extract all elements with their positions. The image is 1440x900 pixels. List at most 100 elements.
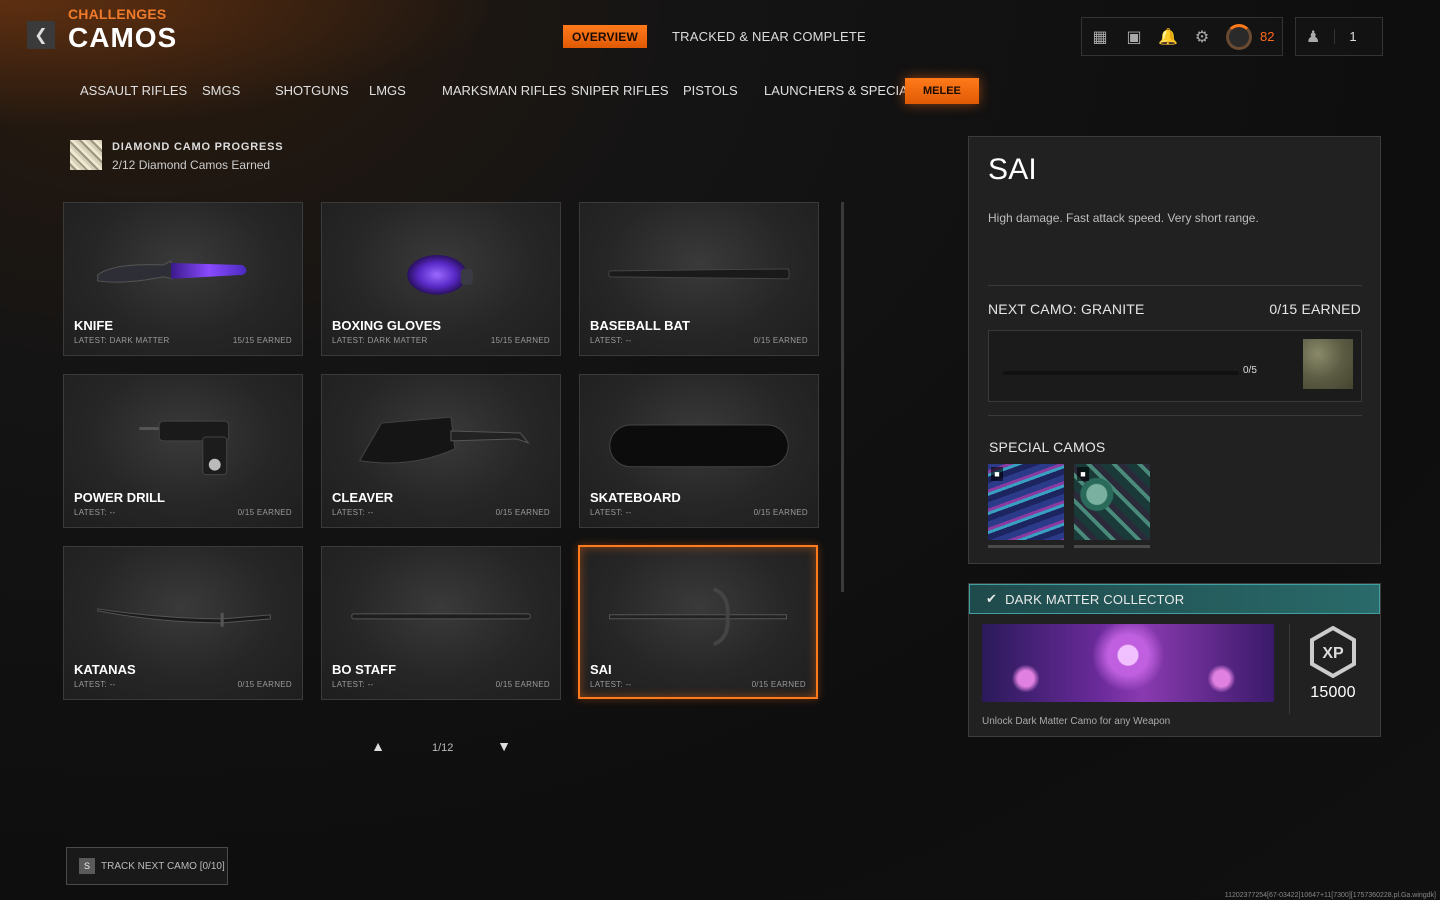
sai-icon <box>609 587 787 647</box>
weapon-card-baseball-bat[interactable]: BASEBALL BAT LATEST: -- 0/15 EARNED <box>579 202 819 356</box>
page-indicator: 1/12 <box>432 742 454 754</box>
weapon-name: BOXING GLOVES <box>332 318 442 333</box>
hud-bar: ▦ ▣ 🔔 ⚙ 82 <box>1081 17 1283 56</box>
bo-staff-icon <box>351 613 531 620</box>
weapon-name: BASEBALL BAT <box>590 318 690 333</box>
track-next-camo-label: TRACK NEXT CAMO [0/10] <box>101 860 225 872</box>
weapon-earned: 0/15 EARNED <box>495 680 550 689</box>
details-title: SAI <box>988 153 1037 186</box>
tab-shotguns[interactable]: SHOTGUNS <box>275 78 349 104</box>
player-level: 82 <box>1260 29 1275 44</box>
weapon-earned: 0/15 EARNED <box>751 680 806 689</box>
xp-amount: 15000 <box>1310 684 1356 701</box>
weapon-latest: LATEST: -- <box>74 680 116 689</box>
special-camo-progress <box>988 545 1064 548</box>
diamond-progress-count: 2/12 Diamond Camos Earned <box>112 158 271 172</box>
divider <box>988 285 1362 286</box>
weapon-latest: LATEST: -- <box>590 680 632 689</box>
boxing-gloves-icon <box>407 255 473 295</box>
reward-panel: ✔ DARK MATTER COLLECTOR XP 15000 Unlock … <box>968 583 1381 737</box>
reward-header: ✔ DARK MATTER COLLECTOR <box>969 584 1380 614</box>
build-id: 11202377254[67-03422]10647+11[7300][1757… <box>1224 892 1436 899</box>
weapon-earned: 15/15 EARNED <box>490 336 550 345</box>
bell-icon[interactable]: 🔔 <box>1158 27 1178 47</box>
special-camo-1[interactable]: ■ <box>988 464 1064 548</box>
weapon-name: SKATEBOARD <box>590 490 681 505</box>
checkmark-icon: ✔ <box>986 591 998 606</box>
next-camo-progress[interactable]: 0/5 <box>988 330 1362 402</box>
id-card-icon[interactable]: ▣ <box>1124 27 1144 47</box>
special-camo-progress <box>1074 545 1150 548</box>
diamond-camo-swatch <box>70 140 102 170</box>
weapon-earned: 15/15 EARNED <box>232 336 292 345</box>
weapon-card-boxing-gloves[interactable]: BOXING GLOVES LATEST: DARK MATTER 15/15 … <box>321 202 561 356</box>
tab-marksman-rifles[interactable]: MARKSMAN RIFLES <box>442 78 566 104</box>
divider <box>988 415 1362 416</box>
next-camo-label: NEXT CAMO: GRANITE <box>988 301 1145 317</box>
grid-menu-icon[interactable]: ▦ <box>1090 27 1110 47</box>
level-ring-icon[interactable] <box>1226 23 1252 50</box>
back-button[interactable]: ❮ <box>27 21 55 49</box>
weapon-latest: LATEST: -- <box>590 508 632 517</box>
progress-text: 0/5 <box>1243 365 1257 376</box>
baseball-bat-icon <box>608 268 790 280</box>
weapon-details-panel: SAI High damage. Fast attack speed. Very… <box>968 136 1381 564</box>
diamond-progress-title: DIAMOND CAMO PROGRESS <box>112 141 284 153</box>
weapon-latest: LATEST: -- <box>332 680 374 689</box>
cleaver-icon <box>358 416 530 464</box>
weapon-name: POWER DRILL <box>74 490 165 505</box>
katana-icon <box>97 608 271 627</box>
tab-smgs[interactable]: SMGS <box>202 78 240 104</box>
weapon-earned: 0/15 EARNED <box>237 680 292 689</box>
svg-text:XP: XP <box>1322 645 1344 662</box>
page-up-button[interactable]: ▲ <box>369 738 387 756</box>
next-camo-earned: 0/15 EARNED <box>1269 301 1361 317</box>
chevron-up-icon: ▲ <box>371 738 385 754</box>
tab-melee[interactable]: MELEE <box>905 78 979 104</box>
tab-overview[interactable]: OVERVIEW <box>563 25 647 48</box>
skateboard-icon <box>609 424 789 468</box>
weapon-earned: 0/15 EARNED <box>753 336 808 345</box>
weapon-card-katanas[interactable]: KATANAS LATEST: -- 0/15 EARNED <box>63 546 303 700</box>
tab-lmgs[interactable]: LMGS <box>369 78 406 104</box>
chevron-left-icon: ❮ <box>34 27 48 44</box>
tab-pistols[interactable]: PISTOLS <box>683 78 738 104</box>
tab-assault-rifles[interactable]: ASSAULT RIFLES <box>80 78 187 104</box>
weapon-name: CLEAVER <box>332 490 394 505</box>
key-hint: S <box>79 858 95 874</box>
weapon-name: SAI <box>590 662 612 677</box>
weapon-card-cleaver[interactable]: CLEAVER LATEST: -- 0/15 EARNED <box>321 374 561 528</box>
track-next-camo-button[interactable]: S TRACK NEXT CAMO [0/10] <box>66 847 228 885</box>
gear-icon[interactable]: ⚙ <box>1192 27 1212 47</box>
weapon-name: KATANAS <box>74 662 136 677</box>
weapon-earned: 0/15 EARNED <box>237 508 292 517</box>
xp-badge-icon: XP <box>1309 626 1357 678</box>
grid-scrollbar[interactable] <box>841 202 844 592</box>
party-icon: ♟ <box>1306 28 1321 46</box>
page-down-button[interactable]: ▼ <box>495 738 513 756</box>
lock-icon: ■ <box>1077 467 1089 481</box>
power-drill-icon <box>139 420 230 476</box>
weapon-earned: 0/15 EARNED <box>753 508 808 517</box>
weapon-card-skateboard[interactable]: SKATEBOARD LATEST: -- 0/15 EARNED <box>579 374 819 528</box>
party-count: 1 <box>1334 29 1357 44</box>
weapon-card-sai[interactable]: SAI LATEST: -- 0/15 EARNED <box>578 545 818 699</box>
tab-tracked-near-complete[interactable]: TRACKED & NEAR COMPLETE <box>672 29 866 44</box>
party-widget[interactable]: ♟ 1 <box>1295 17 1383 56</box>
weapon-card-power-drill[interactable]: POWER DRILL LATEST: -- 0/15 EARNED <box>63 374 303 528</box>
weapon-card-knife[interactable]: KNIFE LATEST: DARK MATTER 15/15 EARNED <box>63 202 303 356</box>
special-camos-label: SPECIAL CAMOS <box>989 439 1106 455</box>
special-camo-2[interactable]: ■ <box>1074 464 1150 548</box>
weapon-card-bo-staff[interactable]: BO STAFF LATEST: -- 0/15 EARNED <box>321 546 561 700</box>
reward-description: Unlock Dark Matter Camo for any Weapon <box>982 716 1171 727</box>
page-title: CAMOS <box>68 22 178 53</box>
details-description: High damage. Fast attack speed. Very sho… <box>988 211 1259 225</box>
reward-title: DARK MATTER COLLECTOR <box>1005 591 1185 607</box>
tab-sniper-rifles[interactable]: SNIPER RIFLES <box>571 78 669 104</box>
chevron-down-icon: ▼ <box>497 738 511 754</box>
weapon-name: BO STAFF <box>332 662 397 677</box>
tab-launchers-specials[interactable]: LAUNCHERS & SPECIALS <box>764 78 924 104</box>
weapon-latest: LATEST: -- <box>74 508 116 517</box>
dark-matter-camo-image <box>982 624 1274 702</box>
weapon-latest: LATEST: -- <box>590 336 632 345</box>
